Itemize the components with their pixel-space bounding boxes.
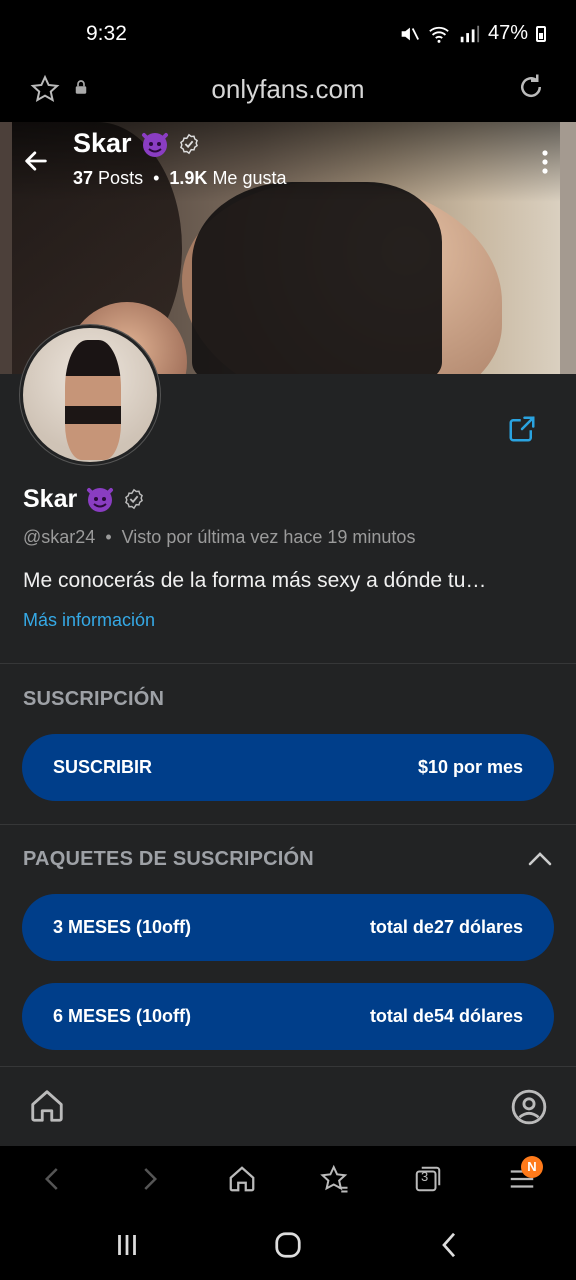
handle-row: @skar24 • Visto por última vez hace 19 m… bbox=[23, 527, 415, 548]
mute-icon bbox=[401, 27, 419, 40]
browser-forward-icon[interactable] bbox=[134, 1164, 164, 1194]
header-stats: 37 Posts • 1.9K Me gusta bbox=[73, 168, 286, 189]
url-text[interactable]: onlyfans.com bbox=[0, 74, 576, 105]
divider bbox=[0, 824, 576, 825]
bundle-total: total de27 dólares bbox=[369, 917, 523, 937]
browser-url-bar: onlyfans.com bbox=[0, 70, 576, 122]
header-name: Skar bbox=[73, 128, 132, 158]
bundle-label: 6 MESES (10off) bbox=[53, 1006, 192, 1026]
system-nav-bar bbox=[0, 1212, 576, 1280]
header-title: Skar bbox=[73, 128, 200, 159]
subscribe-button[interactable]: SUSCRIBIR $10 por mes bbox=[22, 734, 554, 801]
bundle-button[interactable]: 6 MESES (10off) total de54 dólares bbox=[22, 983, 554, 1050]
battery-icon bbox=[536, 25, 546, 42]
likes-label: Me gusta bbox=[212, 168, 287, 188]
handle-dot: • bbox=[105, 527, 112, 547]
subscribe-label: SUSCRIBIR bbox=[53, 757, 153, 777]
browser-back-icon[interactable] bbox=[38, 1164, 68, 1194]
last-seen: Visto por última vez hace 19 minutos bbox=[121, 527, 416, 547]
wifi-icon bbox=[429, 26, 449, 43]
bundle-total: total de54 dólares bbox=[369, 1006, 523, 1026]
profile-handle: @skar24 bbox=[23, 527, 96, 547]
cover-edge-right bbox=[560, 122, 576, 374]
more-info-link[interactable]: Más información bbox=[23, 610, 155, 631]
reload-icon[interactable] bbox=[516, 72, 546, 102]
menu-notification-badge: N bbox=[521, 1156, 543, 1178]
app-bottom-nav bbox=[0, 1066, 576, 1146]
posts-label: Posts bbox=[98, 168, 144, 188]
home-icon[interactable] bbox=[28, 1087, 66, 1125]
home-button-icon[interactable] bbox=[273, 1230, 303, 1260]
bundle-button[interactable]: 3 MESES (10off) total de27 dólares bbox=[22, 894, 554, 961]
posts-count: 37 bbox=[73, 168, 94, 188]
profile-icon[interactable] bbox=[510, 1088, 548, 1126]
verified-badge-icon bbox=[179, 133, 198, 154]
share-icon[interactable] bbox=[507, 414, 537, 444]
battery-percent: 47% bbox=[487, 22, 528, 44]
profile-name: Skar bbox=[23, 484, 78, 513]
subscription-title: SUSCRIPCIÓN bbox=[23, 688, 165, 710]
browser-home-icon[interactable] bbox=[227, 1164, 257, 1194]
bundle-label: 3 MESES (10off) bbox=[53, 917, 192, 937]
status-time: 9:32 bbox=[86, 22, 127, 45]
devil-emoji-icon bbox=[87, 488, 114, 512]
likes-count: 1.9K bbox=[169, 168, 208, 188]
more-options-icon[interactable] bbox=[538, 148, 552, 176]
bookmarks-icon[interactable] bbox=[320, 1164, 350, 1194]
status-icons: 47% bbox=[398, 22, 546, 45]
profile-bio: Me conocerás de la forma más sexy a dónd… bbox=[23, 569, 487, 592]
tabs-count: 3 bbox=[421, 1169, 429, 1184]
system-back-icon[interactable] bbox=[434, 1230, 464, 1260]
subscribe-price: $10 por mes bbox=[417, 757, 523, 777]
profile-name-row: Skar bbox=[23, 484, 145, 514]
status-bar: 9:32 47% bbox=[0, 0, 576, 70]
chevron-up-icon[interactable] bbox=[528, 849, 552, 867]
stats-dot: • bbox=[153, 168, 160, 188]
recent-apps-icon[interactable] bbox=[112, 1230, 142, 1260]
cover-edge-left bbox=[0, 122, 12, 374]
browser-toolbar: 3 bbox=[0, 1146, 576, 1212]
back-arrow-icon[interactable] bbox=[22, 147, 50, 175]
divider bbox=[0, 663, 576, 664]
verified-badge-icon bbox=[125, 488, 144, 510]
devil-emoji-icon bbox=[141, 132, 168, 157]
profile-panel bbox=[0, 374, 576, 1066]
bundles-title: PAQUETES DE SUSCRIPCIÓN bbox=[23, 848, 314, 870]
signal-icon bbox=[460, 25, 480, 42]
